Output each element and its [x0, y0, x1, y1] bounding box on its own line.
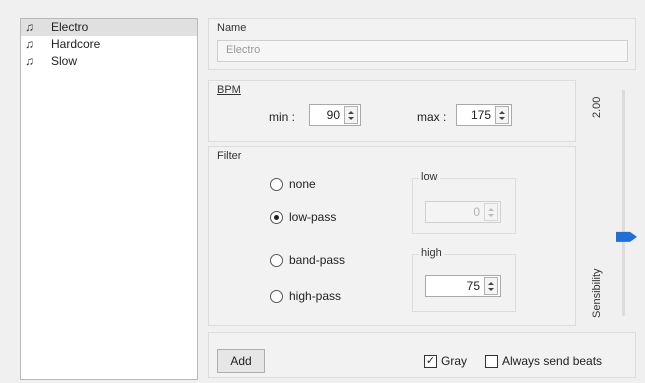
low-value: 0: [473, 205, 480, 219]
preset-label: Electro: [51, 20, 89, 34]
radio-label: none: [289, 177, 316, 191]
gray-label: Gray: [441, 354, 468, 368]
checkmark-icon[interactable]: ✓: [424, 354, 437, 368]
radio-circle[interactable]: [270, 289, 283, 303]
sensibility-slider[interactable]: [612, 0, 638, 383]
bpm-max-value: 175: [470, 108, 491, 122]
spin-arrows-icon[interactable]: [495, 106, 509, 124]
always-send-beats-checkbox[interactable]: Always send beats: [485, 354, 602, 368]
bpm-min-value: 90: [326, 108, 340, 122]
bpm-min-label: min :: [269, 110, 296, 124]
preset-item-slow[interactable]: ♫ Slow: [21, 53, 197, 70]
bpm-min-spinbox[interactable]: 90: [309, 104, 361, 126]
name-label: Name: [217, 22, 247, 34]
spin-arrows-icon[interactable]: [344, 106, 358, 124]
bpm-max-label: max :: [417, 110, 447, 124]
always-send-beats-label: Always send beats: [502, 354, 603, 368]
high-label: high: [419, 247, 444, 259]
bpm-label: BPM: [217, 84, 241, 96]
preset-label: Hardcore: [51, 37, 101, 51]
radio-label: high-pass: [289, 289, 342, 303]
bpm-max-spinbox[interactable]: 175: [456, 104, 512, 126]
music-note-icon: ♫: [25, 20, 34, 34]
sensibility-value: 2.00: [591, 96, 603, 118]
slider-handle[interactable]: [616, 231, 637, 242]
filter-label: Filter: [217, 150, 242, 162]
preset-item-hardcore[interactable]: ♫ Hardcore: [21, 36, 197, 53]
low-spinbox[interactable]: 0: [425, 201, 501, 223]
preset-list[interactable]: ♫ Electro ♫ Hardcore ♫ Slow: [20, 18, 198, 380]
radio-high-pass[interactable]: high-pass: [270, 289, 341, 303]
radio-low-pass[interactable]: low-pass: [270, 210, 336, 224]
high-spinbox[interactable]: 75: [425, 275, 501, 297]
checkbox-box[interactable]: [485, 354, 498, 368]
radio-circle[interactable]: [270, 253, 283, 267]
preset-item-electro[interactable]: ♫ Electro: [21, 19, 197, 36]
spin-arrows-icon[interactable]: [484, 277, 498, 295]
high-value: 75: [466, 279, 480, 293]
preset-label: Slow: [51, 54, 78, 68]
sensibility-label: Sensibility: [591, 268, 603, 318]
radio-circle[interactable]: [270, 210, 283, 224]
music-note-icon: ♫: [25, 54, 34, 68]
radio-label: low-pass: [289, 210, 337, 224]
bpm-group: [208, 80, 576, 142]
gray-checkbox[interactable]: ✓ Gray: [424, 354, 467, 368]
add-button[interactable]: Add: [217, 349, 265, 373]
radio-none[interactable]: none: [270, 177, 316, 191]
spin-arrows-icon[interactable]: [484, 203, 498, 221]
radio-band-pass[interactable]: band-pass: [270, 253, 345, 267]
low-label: low: [419, 171, 440, 183]
music-note-icon: ♫: [25, 37, 34, 51]
filter-group: [208, 146, 576, 326]
name-field[interactable]: Electro: [217, 40, 628, 62]
radio-label: band-pass: [289, 253, 346, 267]
radio-circle[interactable]: [270, 177, 283, 191]
